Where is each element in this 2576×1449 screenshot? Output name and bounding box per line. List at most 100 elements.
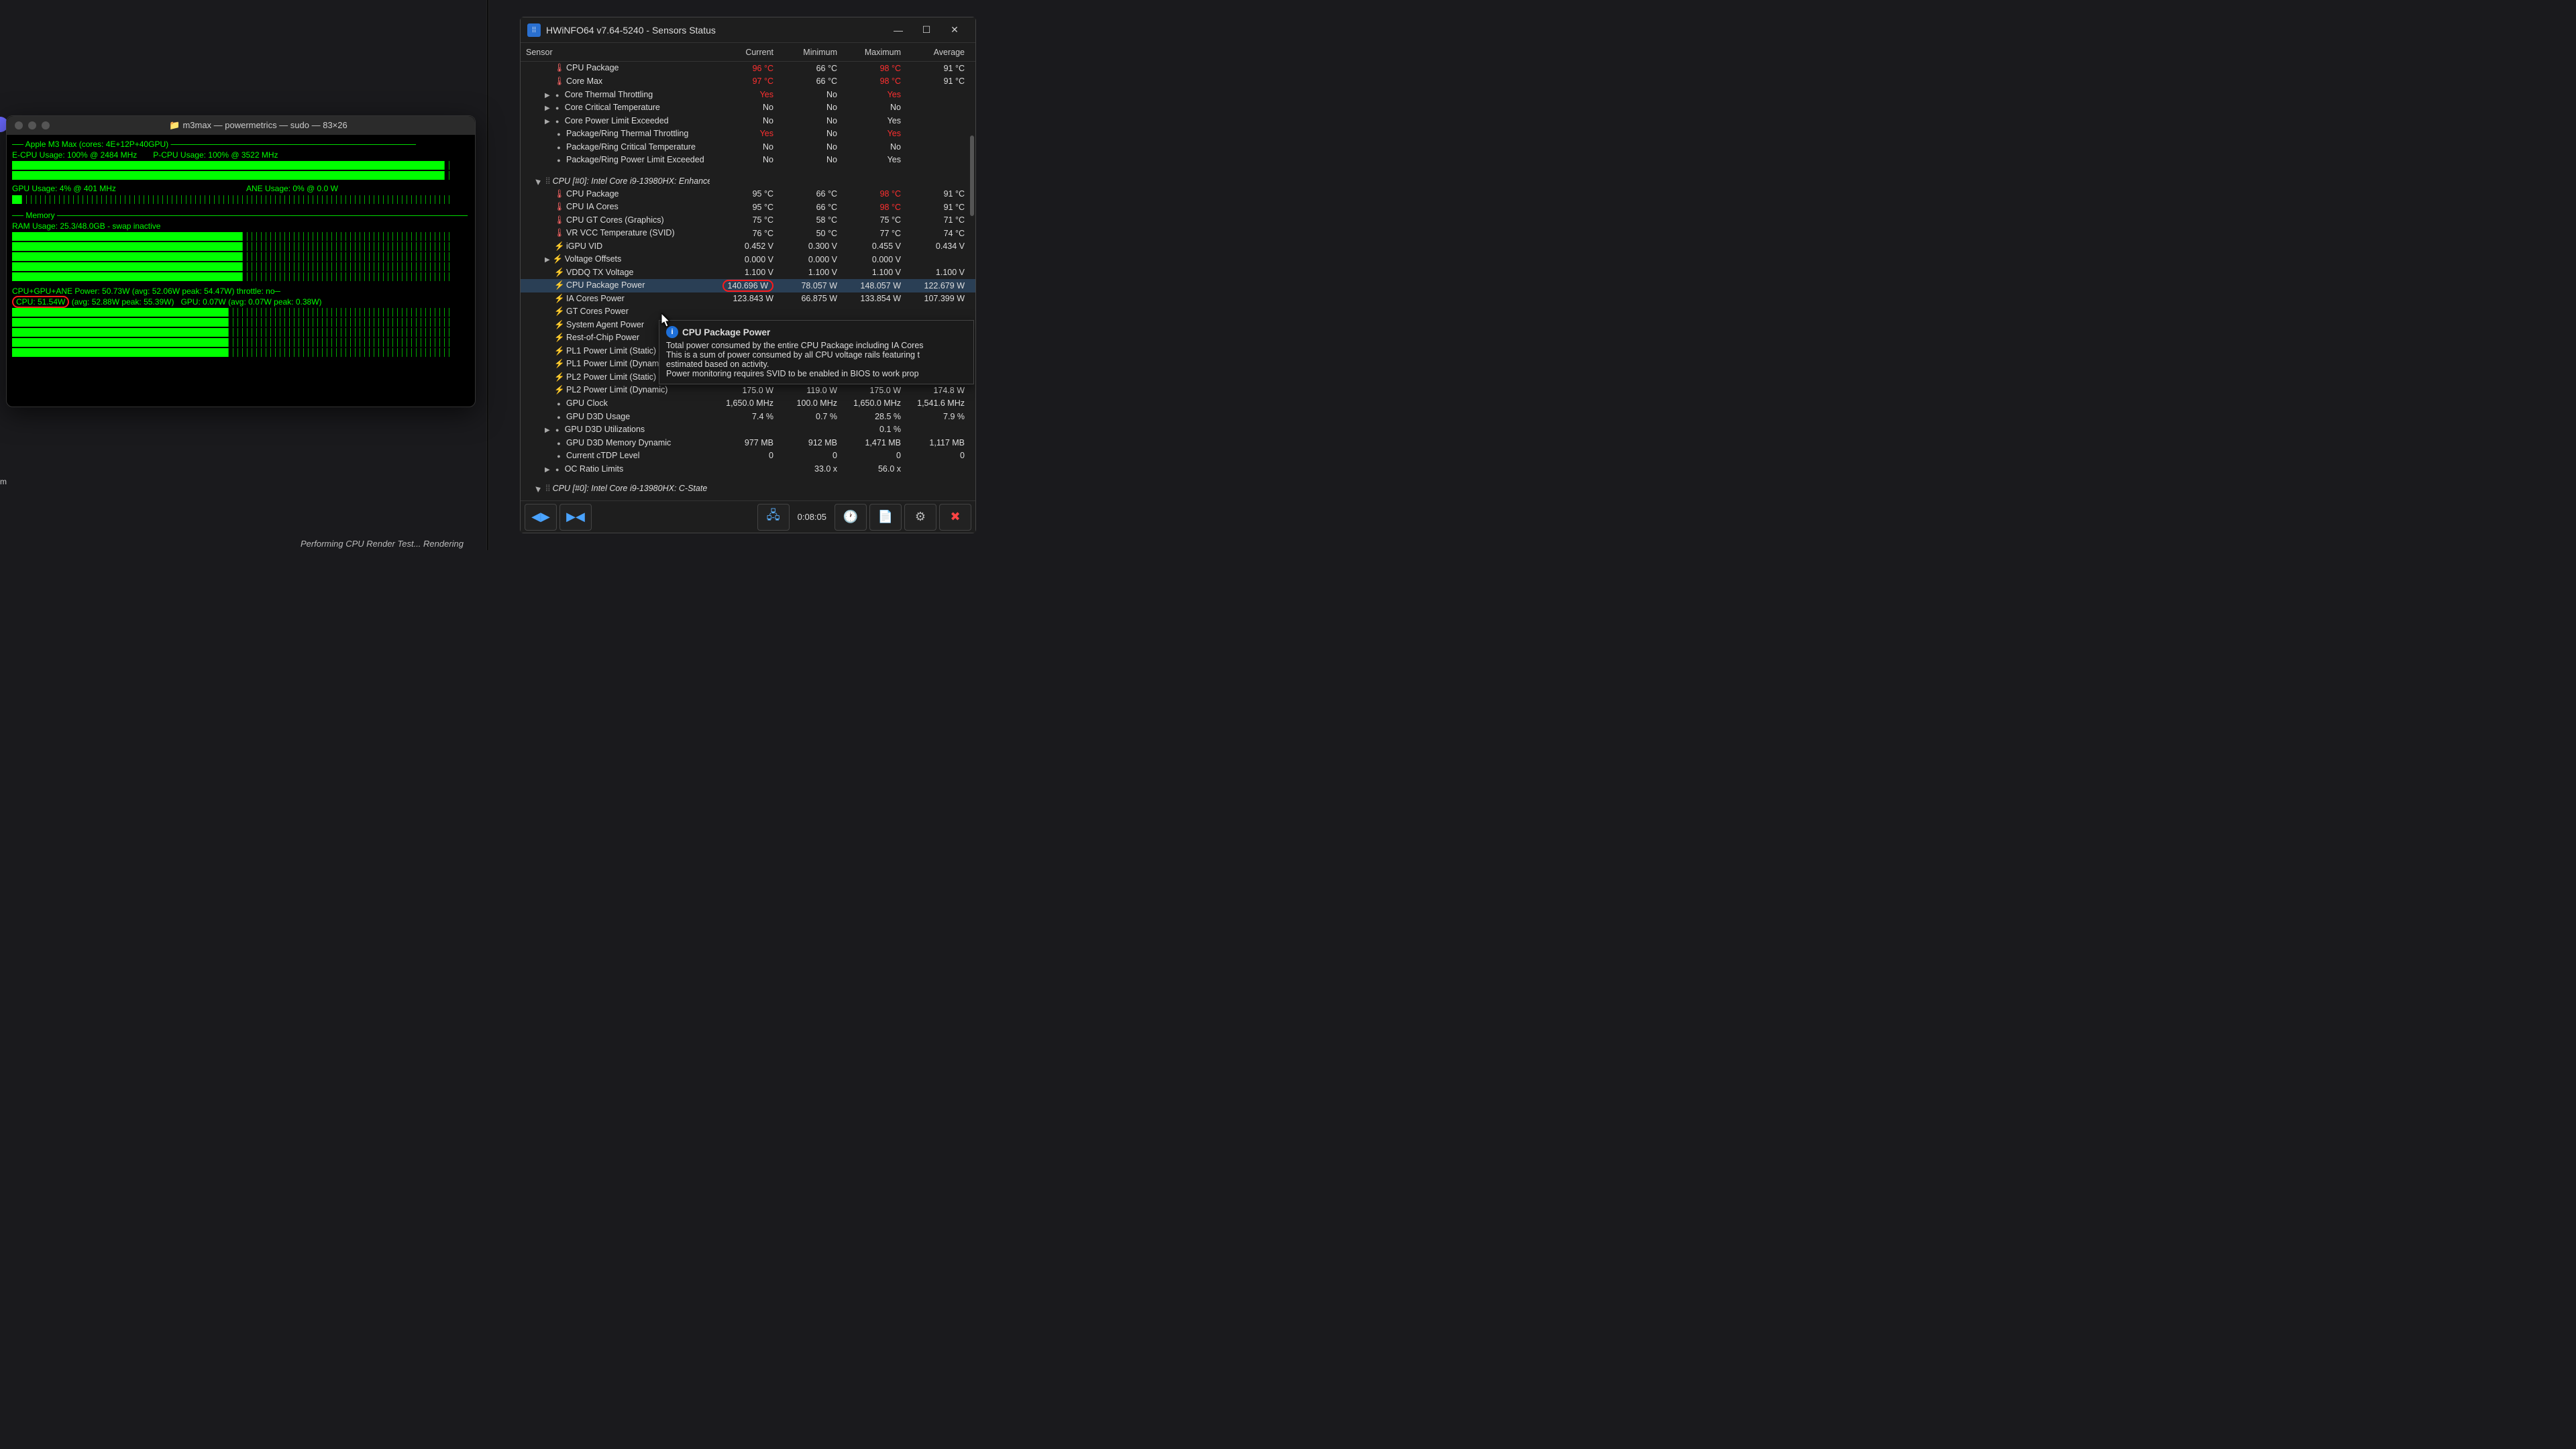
- bolt-icon: ⚡: [554, 372, 564, 382]
- close-button[interactable]: ✕: [941, 20, 969, 40]
- sensor-row[interactable]: 🌡CPU Package96 °C66 °C98 °C91 °C: [521, 62, 975, 75]
- sensor-row[interactable]: ⚡CPU Package Power140.696 W78.057 W148.0…: [521, 279, 975, 292]
- sensor-row[interactable]: ⚡VDDQ TX Voltage1.100 V1.100 V1.100 V1.1…: [521, 266, 975, 280]
- sensor-group-header[interactable]: ▶ ⁞⁞ CPU [#0]: Intel Core i9-13980HX: C-…: [521, 482, 975, 496]
- sensor-rows[interactable]: 🌡CPU Package96 °C66 °C98 °C91 °C🌡Core Ma…: [521, 62, 975, 500]
- sensor-row[interactable]: ▶●Core Power Limit ExceededNoNoYes: [521, 114, 975, 127]
- expand-chevron-icon[interactable]: ▶: [545, 256, 550, 264]
- bolt-icon: ⚡: [554, 307, 564, 317]
- collapse-button[interactable]: ▶◀: [559, 504, 592, 531]
- col-maximum[interactable]: Maximum: [837, 48, 901, 57]
- val-avg: 0: [901, 451, 965, 460]
- sensor-row[interactable]: ▶⚡Voltage Offsets0.000 V0.000 V0.000 V: [521, 253, 975, 266]
- sensor-row[interactable]: ▶●Core Critical TemperatureNoNoNo: [521, 101, 975, 115]
- sensor-row[interactable]: 🌡CPU IA Cores95 °C66 °C98 °C91 °C: [521, 201, 975, 214]
- val-current: 75 °C: [710, 215, 773, 225]
- sensor-row[interactable]: ⚡PL2 Power Limit (Dynamic)175.0 W119.0 W…: [521, 384, 975, 397]
- col-minimum[interactable]: Minimum: [773, 48, 837, 57]
- reset-button[interactable]: ✖: [939, 504, 971, 531]
- gpu-line: GPU Usage: 4% @ 401 MHz: [12, 183, 230, 194]
- sensor-row[interactable]: 🌡VR VCC Temperature (SVID)76 °C50 °C77 °…: [521, 227, 975, 240]
- col-average[interactable]: Average: [901, 48, 965, 57]
- expand-chevron-icon[interactable]: ▶: [545, 92, 550, 99]
- sensor-group-header[interactable]: ▶ ⁞⁞ CPU [#0]: Intel Core i9-13980HX: En…: [521, 174, 975, 188]
- thermometer-icon: 🌡: [554, 228, 564, 238]
- bolt-icon: ⚡: [554, 280, 564, 290]
- val-max: 1.100 V: [837, 268, 901, 277]
- sensor-row[interactable]: ⚡IA Cores Power123.843 W66.875 W133.854 …: [521, 292, 975, 306]
- val-max: 56.0 x: [837, 464, 901, 474]
- val-min: No: [773, 129, 837, 138]
- val-max: 0.000 V: [837, 255, 901, 264]
- collapse-chevron-icon[interactable]: ▶: [534, 487, 541, 492]
- val-max: 77 °C: [837, 229, 901, 238]
- sensor-name: ▶●Core Power Limit Exceeded: [521, 116, 710, 125]
- terminal-titlebar[interactable]: 📁m3max — powermetrics — sudo — 83×26: [7, 116, 475, 135]
- pane-divider: [486, 0, 489, 550]
- collapse-chevron-icon[interactable]: ▶: [534, 179, 541, 184]
- val-current: No: [710, 103, 773, 112]
- val-min: 33.0 x: [773, 464, 837, 474]
- col-current[interactable]: Current: [710, 48, 773, 57]
- sensor-row[interactable]: ●Current cTDP Level0000: [521, 449, 975, 463]
- sensor-row[interactable]: ●GPU D3D Usage7.4 %0.7 %28.5 %7.9 %: [521, 410, 975, 423]
- val-max: 0.455 V: [837, 241, 901, 251]
- minimize-button[interactable]: ―: [884, 20, 912, 40]
- val-min: 0.7 %: [773, 412, 837, 421]
- val-min: 1.100 V: [773, 268, 837, 277]
- expand-chevron-icon[interactable]: ▶: [545, 105, 550, 112]
- sensor-row[interactable]: 🌡CPU GT Cores (Graphics)75 °C58 °C75 °C7…: [521, 214, 975, 227]
- scrollbar-thumb[interactable]: [970, 136, 974, 216]
- val-current: No: [710, 116, 773, 125]
- sensor-row[interactable]: ●Package/Ring Critical TemperatureNoNoNo: [521, 140, 975, 154]
- sensor-row[interactable]: ●Package/Ring Power Limit ExceededNoNoYe…: [521, 154, 975, 167]
- expand-chevron-icon[interactable]: ▶: [545, 118, 550, 125]
- tooltip-line: Total power consumed by the entire CPU P…: [666, 341, 967, 350]
- sensor-row[interactable]: ▶●OC Ratio Limits33.0 x56.0 x: [521, 462, 975, 476]
- sensor-row[interactable]: ▶●Core Thermal ThrottlingYesNoYes: [521, 88, 975, 101]
- cropped-label-system: System: [0, 477, 40, 486]
- val-max: 98 °C: [837, 203, 901, 212]
- traffic-lights[interactable]: [15, 121, 50, 129]
- tooltip: iCPU Package Power Total power consumed …: [659, 320, 974, 384]
- sensor-row[interactable]: 🌡CPU Package95 °C66 °C98 °C91 °C: [521, 188, 975, 201]
- val-min: 912 MB: [773, 438, 837, 447]
- sensor-name: 🌡CPU IA Cores: [521, 202, 710, 212]
- nav-back-forward-button[interactable]: ◀▶: [525, 504, 557, 531]
- thermometer-icon: 🌡: [554, 189, 564, 199]
- sensor-row[interactable]: ●GPU D3D Memory Dynamic977 MB912 MB1,471…: [521, 436, 975, 449]
- hwinfo-titlebar[interactable]: ⁞⁞ HWiNFO64 v7.64-5240 - Sensors Status …: [521, 17, 975, 43]
- save-log-button[interactable]: 📄: [869, 504, 902, 531]
- sensor-name: ⚡PL2 Power Limit (Dynamic): [521, 385, 710, 395]
- col-sensor[interactable]: Sensor: [521, 48, 710, 57]
- tooltip-title: CPU Package Power: [682, 327, 770, 337]
- sensor-row[interactable]: ⚡GT Cores Power: [521, 305, 975, 319]
- tooltip-line: estimated based on activity.: [666, 360, 967, 369]
- settings-button[interactable]: ⚙: [904, 504, 936, 531]
- network-button[interactable]: 🖧: [757, 504, 790, 531]
- cropped-label: art: [0, 85, 40, 94]
- sensor-name: ⚡VDDQ TX Voltage: [521, 268, 710, 278]
- sensor-row[interactable]: ●GPU Clock1,650.0 MHz100.0 MHz1,650.0 MH…: [521, 397, 975, 411]
- sensor-name: 🌡VR VCC Temperature (SVID): [521, 228, 710, 238]
- terminal-body[interactable]: ── Apple M3 Max (cores: 4E+12P+40GPU) ──…: [7, 135, 475, 362]
- maximize-button[interactable]: ☐: [912, 20, 941, 40]
- sensor-row[interactable]: ●Package/Ring Thermal ThrottlingYesNoYes: [521, 127, 975, 141]
- clock-button[interactable]: 🕐: [835, 504, 867, 531]
- val-min: 66 °C: [773, 203, 837, 212]
- column-headers[interactable]: Sensor Current Minimum Maximum Average: [521, 43, 975, 62]
- sensor-row[interactable]: ▶●GPU D3D Utilizations0.1 %: [521, 423, 975, 437]
- dot-icon: ●: [553, 466, 562, 473]
- sensor-name: 🌡CPU Package: [521, 189, 710, 199]
- sensor-row[interactable]: 🌡Core Max97 °C66 °C98 °C91 °C: [521, 75, 975, 89]
- ane-line: ANE Usage: 0% @ 0.0 W: [246, 183, 338, 194]
- sensor-name: ▶●Core Critical Temperature: [521, 103, 710, 112]
- dot-icon: ●: [554, 157, 564, 164]
- val-min: 0: [773, 451, 837, 460]
- dot-icon: ●: [553, 105, 562, 111]
- expand-chevron-icon[interactable]: ▶: [545, 466, 550, 474]
- sensor-row[interactable]: ⚡iGPU VID0.452 V0.300 V0.455 V0.434 V: [521, 240, 975, 254]
- val-max: Yes: [837, 116, 901, 125]
- expand-chevron-icon[interactable]: ▶: [545, 427, 550, 434]
- val-min: 78.057 W: [773, 281, 837, 290]
